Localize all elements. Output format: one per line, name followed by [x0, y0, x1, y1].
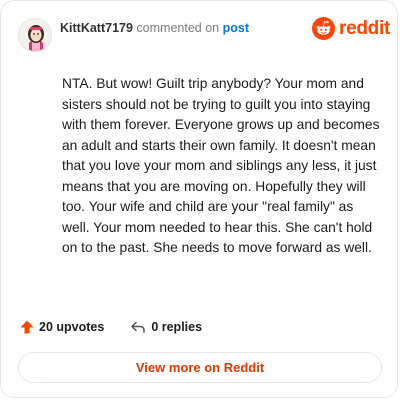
- replies-count: 0 replies: [151, 320, 203, 334]
- reddit-brand[interactable]: reddit: [312, 17, 390, 40]
- comment-embed-card: KittKatt7179 commented on post reddit NT…: [0, 0, 398, 398]
- replies-stat[interactable]: 0 replies: [130, 319, 202, 335]
- avatar-character-icon: [28, 25, 44, 51]
- reddit-snoo-icon: [312, 17, 335, 40]
- post-link[interactable]: post: [223, 21, 249, 35]
- upvote-arrow-icon[interactable]: [19, 319, 35, 335]
- comment-byline: KittKatt7179 commented on post: [60, 21, 249, 35]
- reply-arrow-icon[interactable]: [130, 319, 146, 335]
- commented-on-text: commented on: [136, 21, 220, 35]
- comment-header: KittKatt7179 commented on post: [18, 18, 249, 52]
- reddit-wordmark: reddit: [339, 17, 390, 39]
- view-more-button[interactable]: View more on Reddit: [18, 352, 382, 383]
- comment-footer: 20 upvotes 0 replies: [19, 317, 202, 337]
- upvotes-count: 20 upvotes: [39, 320, 105, 334]
- author-username[interactable]: KittKatt7179: [60, 21, 133, 35]
- upvotes-stat[interactable]: 20 upvotes: [19, 319, 104, 335]
- comment-body: NTA. But wow! Guilt trip anybody? Your m…: [62, 76, 380, 255]
- user-avatar[interactable]: [18, 18, 52, 52]
